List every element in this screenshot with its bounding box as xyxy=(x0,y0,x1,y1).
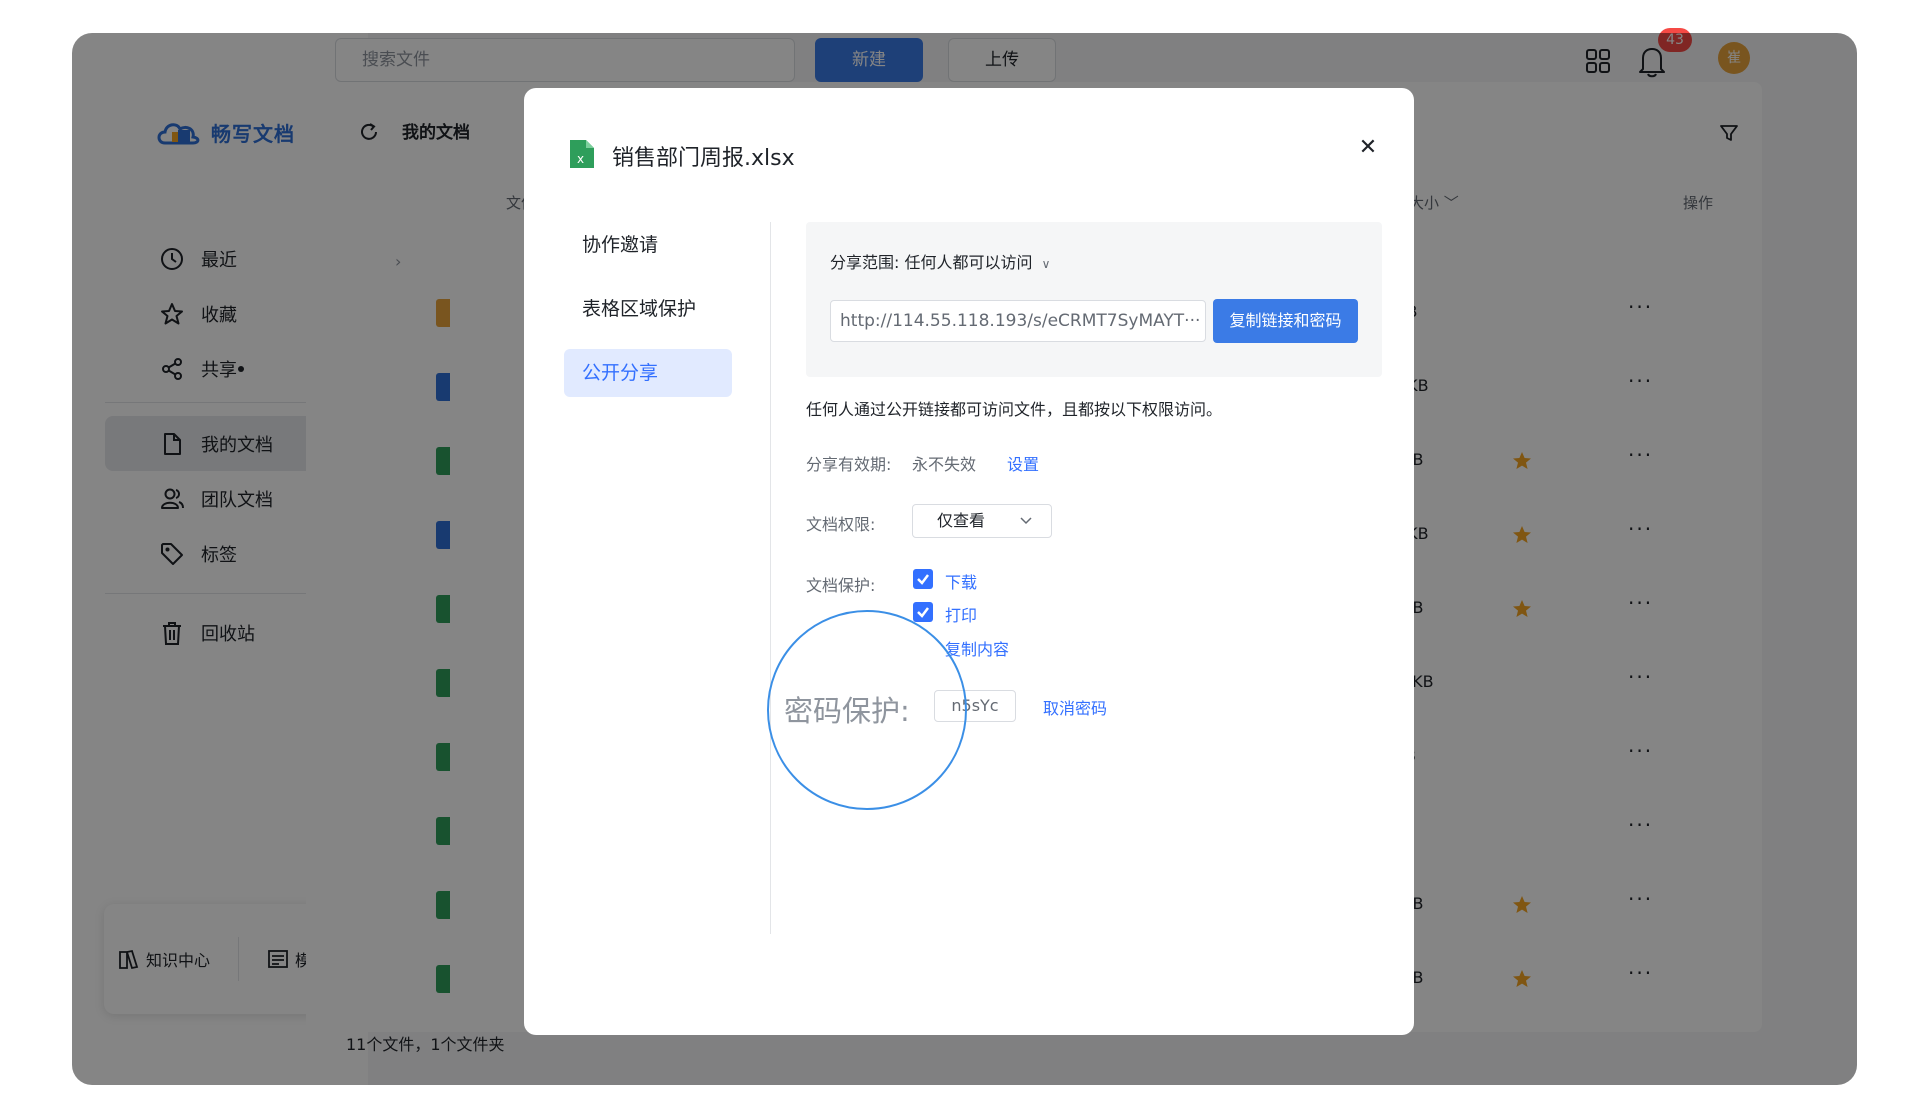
validity-value: 永不失效 xyxy=(912,455,977,474)
copy-link-button[interactable]: 复制链接和密码 xyxy=(1213,299,1358,343)
zoom-highlight-circle xyxy=(767,610,967,810)
dialog-title: 销售部门周报.xlsx xyxy=(612,146,795,171)
svg-text:x: x xyxy=(577,152,584,166)
tab-public-share[interactable]: 公开分享 xyxy=(564,349,732,397)
tab-collaborate[interactable]: 协作邀请 xyxy=(564,221,732,269)
copy-content-option-label[interactable]: 复制内容 xyxy=(945,636,1009,660)
validity-label: 分享有效期: xyxy=(806,455,892,474)
check-icon xyxy=(917,607,929,618)
validity-set-link[interactable]: 设置 xyxy=(1007,451,1039,475)
share-scope-label: 分享范围: xyxy=(830,253,900,272)
excel-file-icon: x xyxy=(570,140,594,168)
permission-value: 仅查看 xyxy=(937,511,986,530)
close-icon[interactable]: ✕ xyxy=(1356,136,1380,160)
share-scope-value: 任何人都可以访问 xyxy=(904,253,1033,272)
permission-select[interactable]: 仅查看 xyxy=(912,504,1052,538)
divider xyxy=(770,222,771,934)
check-icon xyxy=(917,574,929,585)
download-checkbox[interactable] xyxy=(913,569,933,589)
share-link-field[interactable]: http://114.55.118.193/s/eCRMT7SyMAYT··· xyxy=(830,300,1206,342)
tab-range-protection[interactable]: 表格区域保护 xyxy=(564,285,732,333)
protection-label: 文档保护: xyxy=(806,576,876,595)
permission-label: 文档权限: xyxy=(806,515,876,534)
chevron-down-icon: ∨ xyxy=(1041,257,1051,271)
cancel-password-link[interactable]: 取消密码 xyxy=(1043,695,1107,719)
download-option-label[interactable]: 下载 xyxy=(945,569,977,593)
share-scope-selector[interactable]: 分享范围: 任何人都可以访问 ∨ xyxy=(830,249,1050,273)
chevron-down-icon xyxy=(1020,517,1032,525)
share-description: 任何人通过公开链接都可访问文件，且都按以下权限访问。 xyxy=(806,400,1223,419)
print-checkbox[interactable] xyxy=(913,602,933,622)
print-option-label[interactable]: 打印 xyxy=(945,602,977,626)
